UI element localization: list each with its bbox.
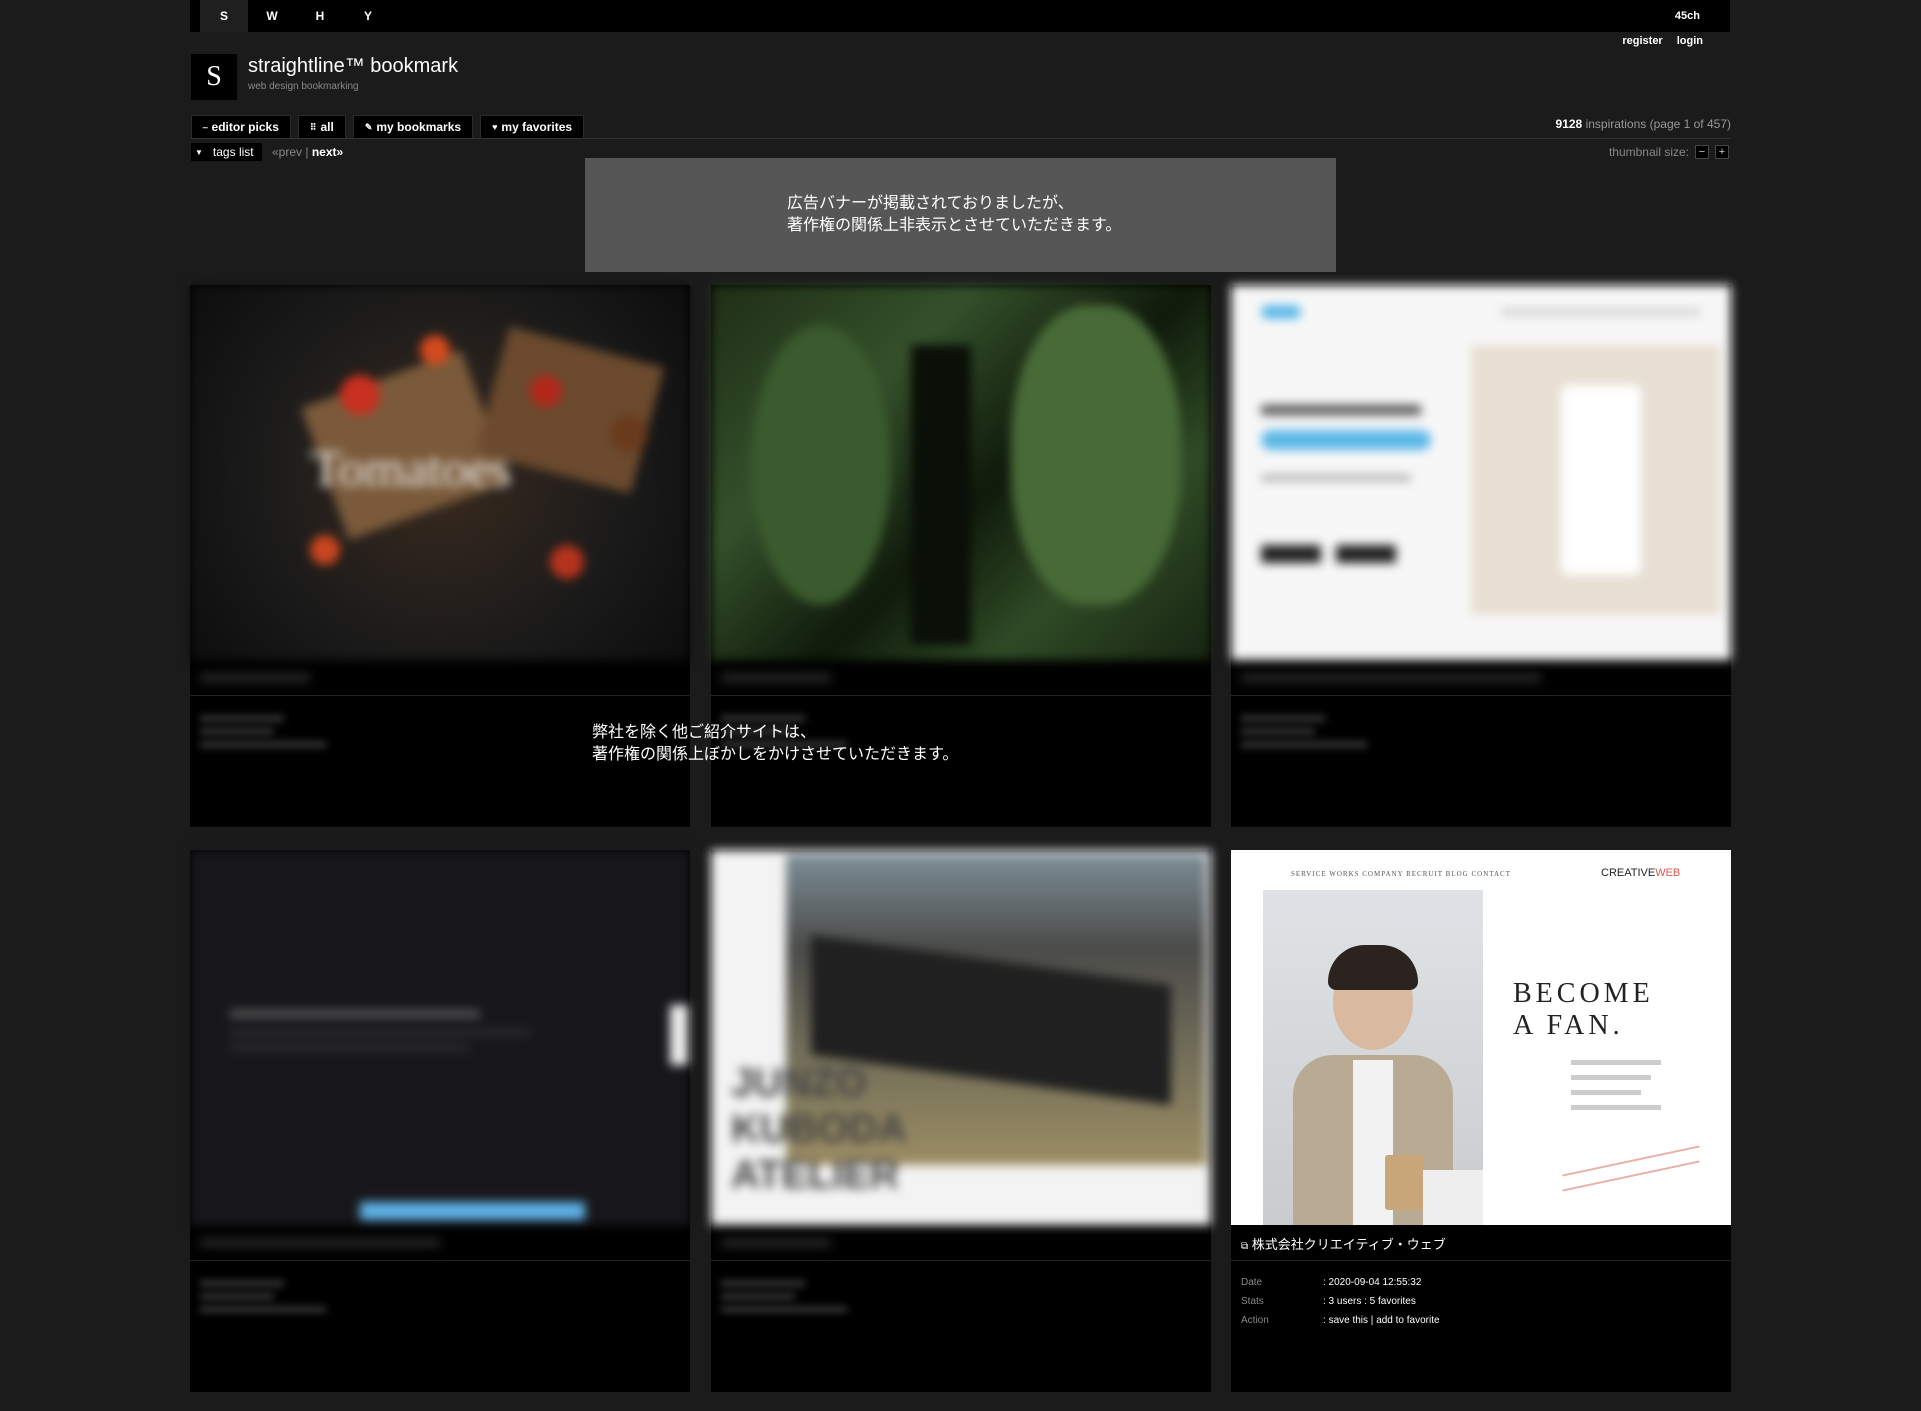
card-separator [711, 695, 1211, 696]
top-nav-w[interactable]: W [248, 0, 296, 32]
thumb-nav: SERVICE WORKS COMPANY RECRUIT BLOG CONTA… [1291, 870, 1511, 878]
meta-stats-label: Stats [1241, 1296, 1264, 1307]
page: S W H Y 45ch register login S straightli… [0, 0, 1921, 1411]
card-title[interactable] [200, 1238, 440, 1248]
banner-line-2: 著作権の関係上非表示とさせていただきます。 [787, 217, 1122, 234]
meta-action-separator: | [1368, 1315, 1377, 1326]
bookmark-card[interactable]: JUNZO KUBODA ATELIER [711, 850, 1211, 1392]
meta-action-label: Action [1241, 1315, 1269, 1326]
banner-line-1: 広告バナーが掲載されておりましたが、 [787, 195, 1074, 212]
blur-notice: 弊社を除く他ご紹介サイトは、 著作権の関係上ぼかしをかけさせていただきます。 [592, 722, 958, 766]
next-link[interactable]: next» [312, 145, 343, 159]
bookmark-card-creative-web[interactable]: SERVICE WORKS COMPANY RECRUIT BLOG CONTA… [1231, 850, 1731, 1392]
blur-notice-line-2: 著作権の関係上ぼかしをかけさせていただきます。 [592, 746, 959, 763]
filter-buttons: ⎯ editor picks ⠿ all ✎ my bookmarks ♥ my… [191, 115, 585, 139]
pencil-icon: ✎ [364, 121, 373, 132]
top-bar: S W H Y 45ch [190, 0, 1730, 32]
all-button[interactable]: ⠿ all [297, 115, 346, 139]
ad-banner-placeholder: 広告バナーが掲載されておりましたが、 著作権の関係上非表示とさせていただきます。 [585, 158, 1336, 272]
card-thumbnail[interactable] [711, 285, 1211, 660]
pager-separator: | [305, 145, 309, 159]
all-label: all [320, 120, 334, 134]
auth-links: register login [1622, 35, 1703, 47]
card-thumbnail[interactable]: JUNZO KUBODA ATELIER [711, 850, 1211, 1225]
login-link[interactable]: login [1677, 35, 1703, 47]
card-thumbnail[interactable] [190, 850, 690, 1225]
editor-icon: ⎯ [203, 121, 208, 132]
thumb-text: JUNZO KUBODA ATELIER [731, 1061, 906, 1197]
pager: «prev | next» [272, 145, 343, 159]
top-nav-y[interactable]: Y [344, 0, 392, 32]
save-this-link[interactable]: save this [1329, 1315, 1368, 1326]
thumb-photo [1263, 890, 1483, 1225]
card-thumbnail[interactable]: Tomatoes [190, 285, 690, 660]
card-title[interactable] [1241, 673, 1541, 683]
thumb-brand-web: WEB [1655, 867, 1681, 879]
divider [191, 138, 1731, 139]
count-number: 9128 [1555, 117, 1583, 131]
card-meta [200, 708, 410, 758]
thumb-text: Tomatoes [310, 441, 512, 498]
top-nav-s[interactable]: S [200, 0, 248, 32]
meta-date-label: Date [1241, 1277, 1263, 1288]
site-title[interactable]: straightline™ bookmark [248, 55, 458, 78]
external-link-icon: ⧉ [1241, 1241, 1249, 1252]
link-45ch[interactable]: 45ch [1675, 10, 1700, 22]
prev-link[interactable]: «prev [272, 145, 302, 159]
site-subtitle: web design bookmarking [248, 81, 359, 92]
chevron-down-icon: ▼ [195, 147, 203, 157]
bookmark-card[interactable] [1231, 285, 1731, 827]
meta-stats-row: Stats : 3 users : 5 favorites [1241, 1292, 1440, 1311]
top-nav-h[interactable]: H [296, 0, 344, 32]
thumb-headline-1: BECOME [1513, 978, 1654, 1009]
card-meta [200, 1273, 410, 1323]
card-title[interactable] [721, 673, 831, 683]
card-thumbnail[interactable] [1231, 285, 1731, 660]
blur-notice-line-1: 弊社を除く他ご紹介サイトは、 [592, 724, 817, 741]
card-title[interactable] [200, 673, 310, 683]
card-meta [721, 1273, 931, 1323]
thumb-brand-text: CREATIVE [1601, 867, 1656, 879]
site-logo[interactable]: S [191, 54, 237, 100]
tags-list-button[interactable]: ▼ tags list [191, 143, 262, 161]
card-title[interactable] [721, 1238, 831, 1248]
my-bookmarks-button[interactable]: ✎ my bookmarks [352, 115, 474, 139]
card-thumbnail[interactable]: SERVICE WORKS COMPANY RECRUIT BLOG CONTA… [1231, 850, 1731, 1225]
card-separator [190, 1260, 690, 1261]
card-separator [1231, 695, 1731, 696]
card-title-text: 株式会社クリエイティブ・ウェブ [1251, 1237, 1446, 1252]
thumbnail-smaller-button[interactable]: − [1695, 145, 1709, 159]
thumb-brand: CREATIVEWEB [1601, 867, 1680, 879]
card-title[interactable]: ⧉ 株式会社クリエイティブ・ウェブ [1241, 1234, 1721, 1254]
tags-list-label: tags list [212, 145, 254, 159]
grid-icon: ⠿ [309, 121, 317, 132]
top-nav: S W H Y [200, 0, 392, 32]
my-favorites-label: my favorites [501, 120, 573, 134]
thumb-headline: BECOME A FAN. [1513, 978, 1654, 1042]
meta-stats-value: : 3 users : 5 favorites [1323, 1296, 1416, 1307]
meta-date-row: Date : 2020-09-04 12:55:32 [1241, 1273, 1440, 1292]
inspirations-count: 9128 inspirations (page 1 of 457) [1556, 117, 1731, 131]
bookmark-card[interactable] [190, 850, 690, 1392]
count-text: inspirations (page 1 of 457) [1582, 117, 1731, 131]
card-meta: Date : 2020-09-04 12:55:32 Stats : 3 users… [1241, 1273, 1440, 1330]
my-bookmarks-label: my bookmarks [376, 120, 462, 134]
card-separator [1231, 1260, 1731, 1261]
thumbnail-larger-button[interactable]: + [1715, 145, 1729, 159]
card-separator [711, 1260, 1211, 1261]
editor-picks-label: editor picks [211, 120, 279, 134]
card-separator [190, 695, 690, 696]
meta-date-value: : 2020-09-04 12:55:32 [1323, 1277, 1422, 1288]
heart-icon: ♥ [492, 122, 498, 132]
editor-picks-button[interactable]: ⎯ editor picks [191, 115, 291, 139]
thumbnail-size-label: thumbnail size: [1608, 145, 1689, 159]
thumbnail-size-control: thumbnail size: − + [1609, 145, 1729, 159]
meta-action-row: Action: save this | add to favorite [1241, 1311, 1440, 1330]
register-link[interactable]: register [1622, 35, 1662, 47]
my-favorites-button[interactable]: ♥ my favorites [480, 115, 585, 139]
card-meta [1241, 708, 1451, 758]
add-to-favorite-link[interactable]: add to favorite [1376, 1315, 1439, 1326]
thumb-headline-2: A FAN. [1513, 1010, 1624, 1041]
